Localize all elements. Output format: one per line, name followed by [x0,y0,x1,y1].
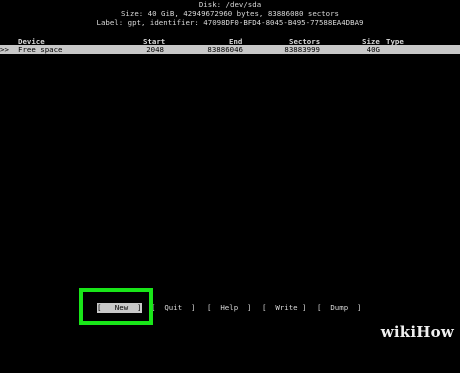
row-selection-marker: >> [0,45,9,54]
row-size: 40G [366,45,380,54]
write-button[interactable]: [ Write ] [262,303,307,313]
action-menu: [ New ] [ Quit ] [ Help ] [ Write ] [ Du… [0,303,460,313]
terminal-window: Disk: /dev/sda Size: 40 GiB, 42949672960… [0,0,460,345]
wikihow-watermark: wikiHow [380,323,454,341]
disk-label-info: Label: gpt, identifier: 47098DF0-BFD4-80… [96,18,364,27]
disk-title: Disk: /dev/sda [198,0,262,9]
row-sectors: 83883999 [284,45,320,54]
row-end: 83886046 [207,45,243,54]
dump-button[interactable]: [ Dump ] [317,303,362,313]
disk-size-info: Size: 40 GiB, 42949672960 bytes, 8388608… [120,9,340,18]
row-device: Free space [18,45,63,54]
row-start: 2048 [146,45,164,54]
quit-button[interactable]: [ Quit ] [151,303,196,313]
new-button-highlight-box [79,288,153,325]
partition-row-free-space[interactable]: >> Free space 2048 83886046 83883999 40G [0,45,460,54]
help-button[interactable]: [ Help ] [207,303,252,313]
